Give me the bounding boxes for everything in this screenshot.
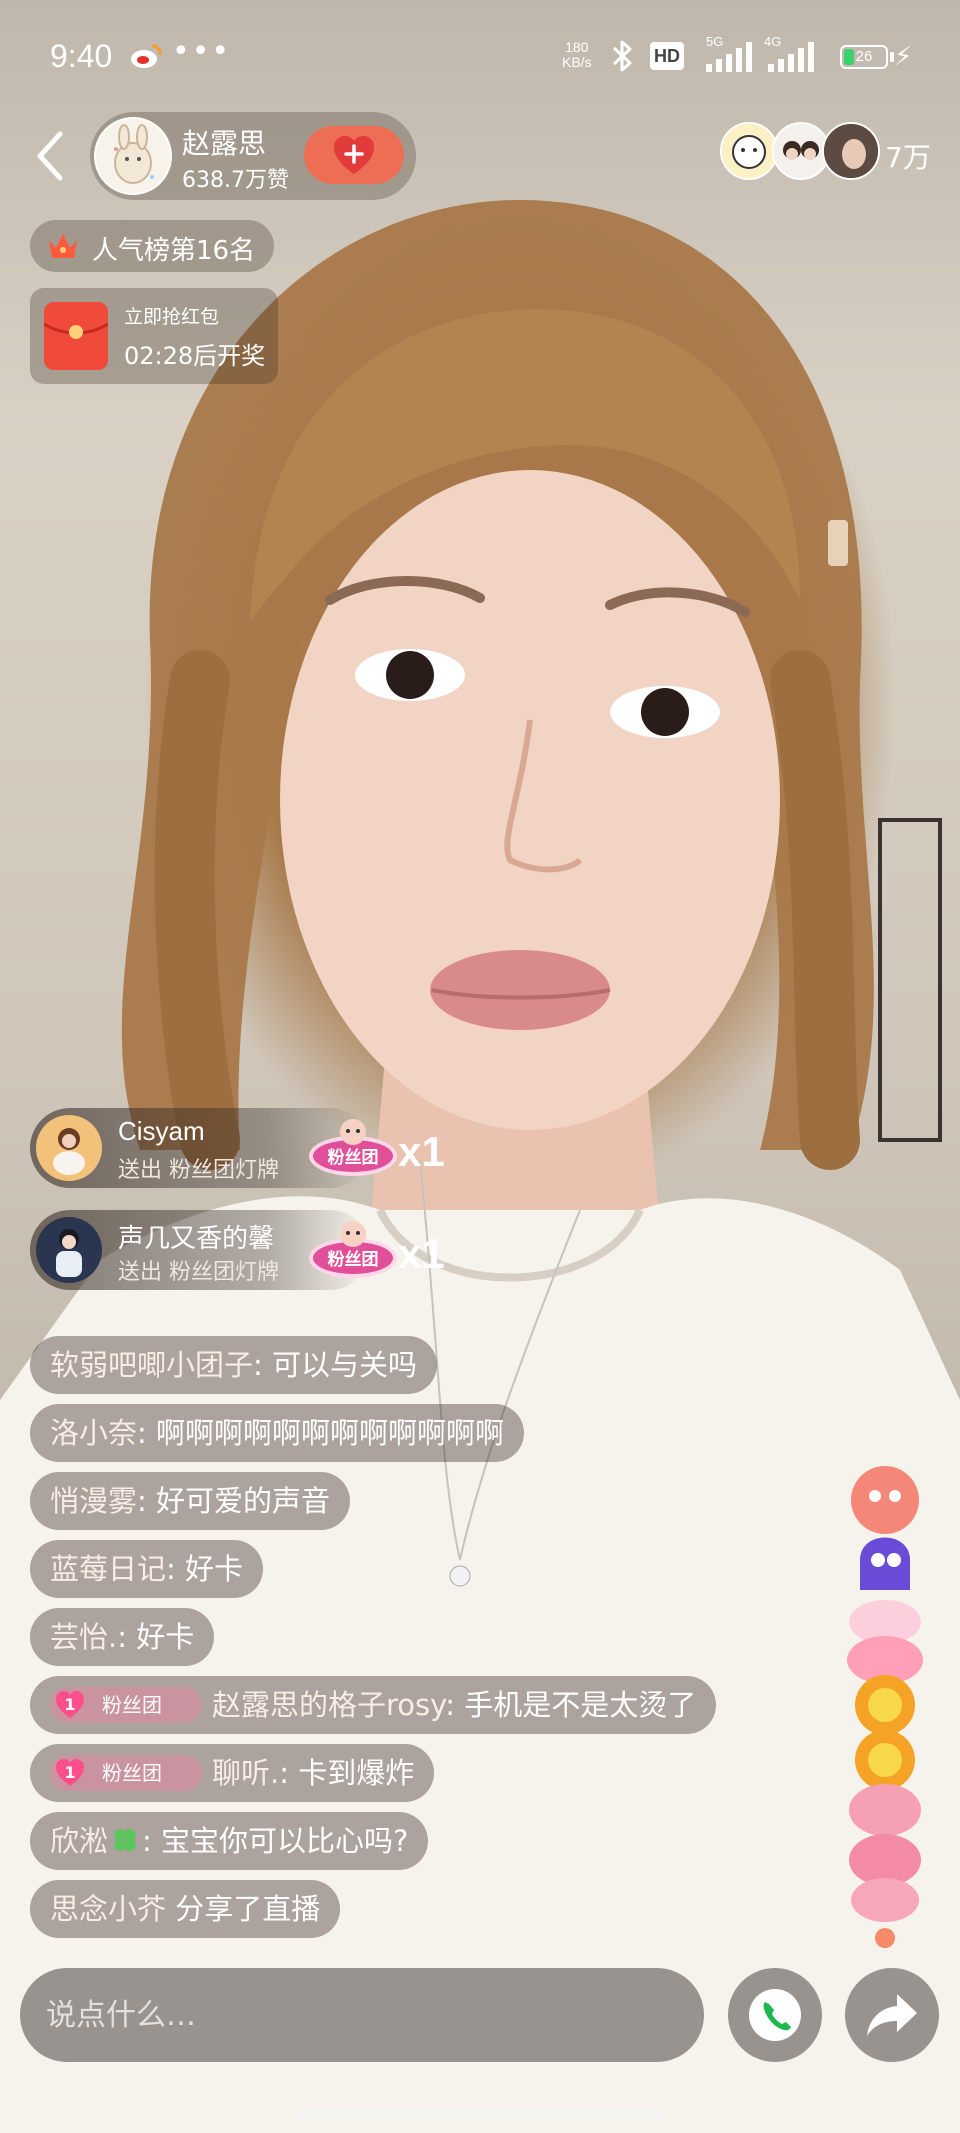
clock: 9:40 [50, 38, 113, 74]
comment-item: 软弱吧唧小团子: 可以与关吗 [30, 1336, 438, 1394]
host-likes: 638.7万赞 [182, 168, 289, 193]
avatar[interactable] [36, 1115, 102, 1181]
comment-user[interactable]: 洛小奈 [50, 1416, 137, 1450]
comment-item: 欣淞 : 宝宝你可以比心吗? [30, 1812, 429, 1870]
fan-level: 1 [64, 1695, 76, 1714]
viewer-avatar-image [824, 124, 878, 178]
gift-sender-name[interactable]: Cisyam [118, 1116, 205, 1147]
comment-item: 1 粉丝团 聊听.: 卡到爆炸 [30, 1744, 435, 1802]
viewer-count[interactable]: 7万 [885, 136, 931, 176]
follow-button[interactable] [304, 126, 404, 184]
signal-icon [706, 42, 752, 72]
host-info[interactable]: 赵露思 638.7万赞 [90, 112, 416, 200]
call-button[interactable] [728, 1968, 822, 2062]
gift-effect-animation [847, 1466, 923, 1948]
comment-item: 洛小奈: 啊啊啊啊啊啊啊啊啊啊啊啊 [30, 1404, 525, 1462]
comment-user[interactable]: 软弱吧唧小团子 [50, 1348, 253, 1382]
comment-item: 悄漫雾: 好可爱的声音 [30, 1472, 351, 1530]
viewer-avatar[interactable] [720, 122, 778, 180]
avatar[interactable] [94, 117, 172, 195]
comment-item: 蓝莓日记: 好卡 [30, 1540, 264, 1598]
host-name: 赵露思 [182, 127, 267, 160]
comment-user[interactable]: 聊听. [212, 1756, 279, 1790]
comment-user[interactable]: 思念小芥 [50, 1892, 166, 1926]
clover-icon [114, 1829, 137, 1851]
gift-sender-avatar-image [36, 1217, 102, 1283]
viewer-avatar-image [774, 124, 828, 178]
comment-text: : 卡到爆炸 [279, 1756, 415, 1790]
status-bar: 9:40 ••• 180 KB/s HD 5G 4G 26 ⚡ [0, 0, 960, 110]
net-speed-unit: KB/s [562, 54, 592, 70]
hd-badge: HD [650, 42, 684, 70]
gift-notification: 声几又香的馨 送出 粉丝团灯牌 粉丝团 [30, 1210, 397, 1290]
red-packet-title: 立即抢红包 [124, 306, 220, 328]
heart-plus-icon [334, 136, 374, 174]
comment-user[interactable]: 悄漫雾 [50, 1484, 137, 1518]
comment-item: 思念小芥 分享了直播 [30, 1880, 341, 1938]
red-packet-icon [43, 302, 109, 370]
net-speed: 180 KB/s [562, 40, 592, 70]
comment-text: : 可以与关吗 [253, 1348, 418, 1382]
bluetooth-icon [612, 40, 632, 72]
fan-club-badge-icon: 粉丝团 [309, 1119, 397, 1176]
gift-count: x1 [398, 1128, 445, 1175]
comment-user[interactable]: 欣淞 [50, 1824, 108, 1858]
signal-icon [768, 42, 814, 72]
red-packet-card[interactable]: 立即抢红包 02:28后开奖 [30, 288, 278, 384]
battery-level: 26 [855, 48, 873, 65]
viewer-avatar-image [722, 124, 776, 178]
fan-club-label: 粉丝团 [102, 1761, 162, 1785]
comment-user[interactable]: 赵露思的格子rosy [212, 1688, 445, 1722]
comment-text: : 宝宝你可以比心吗? [142, 1824, 409, 1858]
fan-club-tag[interactable]: 1 粉丝团 [50, 1687, 202, 1723]
weibo-icon [131, 44, 162, 68]
net-speed-value: 180 [565, 39, 589, 55]
more-icon: ••• [172, 34, 232, 69]
comment-text: : 啊啊啊啊啊啊啊啊啊啊啊啊 [137, 1416, 505, 1450]
fan-club-badge-icon: 粉丝团 [309, 1221, 397, 1278]
comment-text: : 好卡 [117, 1620, 195, 1654]
gift-sender-name[interactable]: 声几又香的馨 [118, 1218, 274, 1255]
fan-club-label: 粉丝团 [102, 1693, 162, 1717]
red-packet-timer: 02:28后开奖 [124, 342, 266, 370]
crown-icon [49, 234, 77, 258]
comment-text: 分享了直播 [166, 1892, 321, 1926]
comment-text: : 好卡 [166, 1552, 244, 1586]
comment-item: 芸怡.: 好卡 [30, 1608, 215, 1666]
home-indicator[interactable] [292, 2110, 668, 2118]
comment-user[interactable]: 芸怡. [50, 1620, 117, 1654]
charging-icon: ⚡ [894, 42, 913, 72]
battery-icon: 26 [840, 45, 888, 69]
comment-item: 1 粉丝团 赵露思的格子rosy: 手机是不是太烫了 [30, 1676, 717, 1734]
gift-count: x1 [398, 1230, 445, 1277]
comment-text: : 好可爱的声音 [137, 1484, 331, 1518]
fan-club-badge-text: 粉丝团 [328, 1147, 379, 1168]
comment-input[interactable] [20, 1968, 704, 2062]
phone-icon [749, 1989, 801, 2041]
gift-description: 送出 粉丝团灯牌 [118, 1260, 279, 1285]
fan-club-badge-text: 粉丝团 [328, 1249, 379, 1270]
share-arrow-icon [867, 1994, 917, 2036]
back-arrow-icon[interactable] [30, 128, 74, 184]
red-packet-graphic [43, 302, 109, 370]
popularity-rank[interactable]: 人气榜第16名 [30, 220, 274, 272]
rank-label: 人气榜第16名 [92, 236, 256, 266]
host-avatar-image [96, 119, 170, 193]
fan-club-tag[interactable]: 1 粉丝团 [50, 1755, 202, 1791]
fan-level: 1 [64, 1763, 76, 1782]
share-button[interactable] [845, 1968, 939, 2062]
gift-notification: Cisyam 送出 粉丝团灯牌 粉丝团 [30, 1108, 397, 1188]
comment-text: : 手机是不是太烫了 [445, 1688, 697, 1722]
gift-description: 送出 粉丝团灯牌 [118, 1158, 279, 1183]
comment-user[interactable]: 蓝莓日记 [50, 1552, 166, 1586]
avatar[interactable] [36, 1217, 102, 1283]
gift-sender-avatar-image [36, 1115, 102, 1181]
viewer-avatar[interactable] [822, 122, 880, 180]
